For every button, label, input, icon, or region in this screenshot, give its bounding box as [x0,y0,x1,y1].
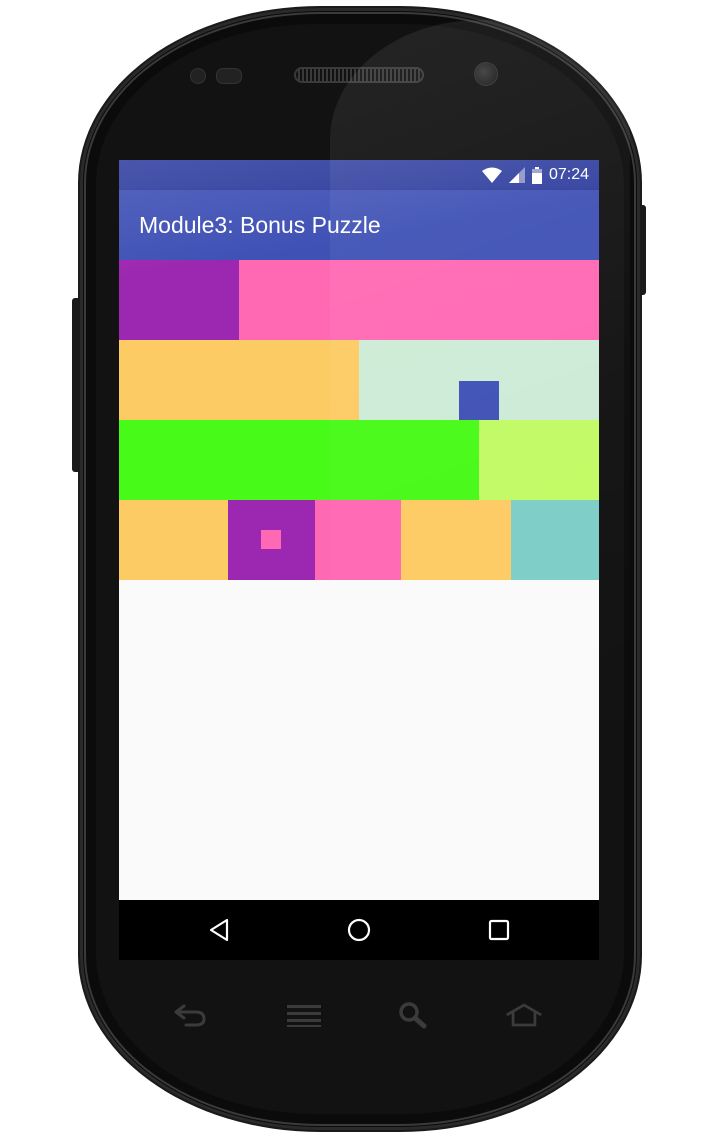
navigation-bar [119,900,599,960]
power-button [640,205,646,295]
menu-key-icon [287,1005,321,1027]
row4-pink-square [261,530,281,549]
row4-pink-block [315,500,401,580]
row4-teal-block [511,500,599,580]
row1-purple-block [119,260,239,340]
row2-orange-block [119,340,359,420]
app-title: Module3: Bonus Puzzle [139,212,381,238]
back-icon [209,918,229,942]
home-key-icon [506,1003,542,1027]
earpiece-speaker [294,67,424,83]
hardware-search-key[interactable] [393,1000,433,1030]
home-button[interactable] [344,915,374,945]
status-bar: 07:24 [119,160,599,190]
row3-lime-block [479,420,599,500]
recents-button[interactable] [484,915,514,945]
search-key-icon [399,1002,427,1029]
front-camera [474,62,498,86]
wifi-icon [481,167,502,183]
proximity-sensor [190,68,206,84]
hardware-back-key[interactable] [170,1000,210,1030]
status-time: 07:24 [548,166,589,183]
device-frame: 07:24 Module3: Bonus Puzzle [0,0,719,1139]
home-icon [347,918,371,942]
hardware-home-key[interactable] [504,1000,544,1030]
row4-orange-block-2 [401,500,511,580]
row3-green-block [119,420,479,500]
volume-button [72,298,80,472]
back-button[interactable] [204,915,234,945]
app-bar: Module3: Bonus Puzzle [119,190,599,260]
puzzle-area [119,260,599,900]
row1-pink-block [239,260,599,340]
recents-icon [488,919,510,941]
light-sensor [216,68,242,84]
row4-orange-block-1 [119,500,228,580]
cell-signal-icon [508,167,525,183]
back-key-icon [174,1004,206,1027]
screen: 07:24 Module3: Bonus Puzzle [119,160,599,960]
battery-icon [531,166,542,184]
hardware-menu-key[interactable] [284,1000,324,1030]
row2-indigo-square [459,381,499,420]
